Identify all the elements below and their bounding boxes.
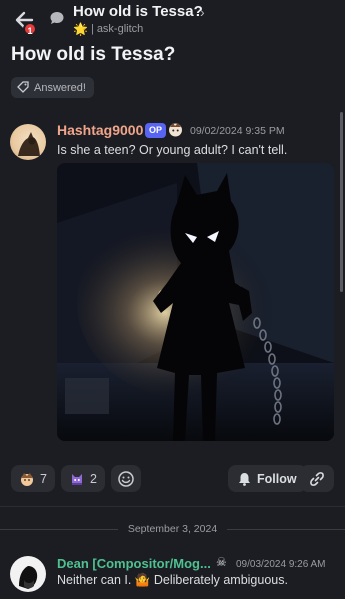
follow-label: Follow <box>257 471 297 486</box>
date-label: September 3, 2024 <box>127 523 218 535</box>
smiley-add-icon <box>118 470 134 487</box>
answered-tag-icon <box>17 81 29 93</box>
date-line <box>227 528 345 530</box>
reaction-pill[interactable]: 7 <box>11 465 55 492</box>
avatar-image <box>18 132 40 156</box>
message-text: Neither can I. 🤷 Deliberately ambiguous. <box>57 573 288 587</box>
channel-star-icon: 🌟 <box>73 22 88 36</box>
role-icon <box>169 123 182 137</box>
thread-title[interactable]: How old is Tessa? <box>73 3 203 20</box>
avatar[interactable] <box>10 124 46 160</box>
avatar[interactable] <box>10 556 46 592</box>
op-badge: OP <box>145 123 167 138</box>
avatar-image <box>19 566 38 589</box>
answered-badge[interactable]: Answered! <box>11 77 94 98</box>
date-line <box>0 528 118 530</box>
scrollbar[interactable] <box>340 112 343 292</box>
reactions-row: 7 2 <box>11 465 141 493</box>
link-icon <box>310 471 324 486</box>
skull-role-icon: ☠ <box>216 555 227 569</box>
add-reaction-button[interactable] <box>110 465 141 492</box>
follow-button[interactable]: Follow <box>228 465 307 492</box>
bell-icon <box>239 472 250 486</box>
channel-breadcrumb[interactable]: 🌟 | ask-glitch <box>73 22 143 36</box>
divider <box>0 506 345 507</box>
attached-image[interactable] <box>57 163 334 441</box>
answered-label: Answered! <box>34 81 86 94</box>
top-bar: 1 How old is Tessa? › 🌟 | ask-glitch <box>0 0 345 40</box>
notification-badge: 1 <box>23 22 37 36</box>
channel-separator: | <box>90 23 94 35</box>
message-text: Is she a teen? Or young adult? I can't t… <box>57 143 288 157</box>
author-name[interactable]: Dean [Compositor/Mog... <box>57 556 211 571</box>
emoji-face-icon <box>21 472 33 486</box>
date-separator: September 3, 2024 <box>0 521 345 537</box>
reaction-count: 7 <box>40 471 47 486</box>
silhouette-character-image <box>57 163 334 441</box>
author-name[interactable]: Hashtag9000 <box>57 122 143 138</box>
channel-name: ask-glitch <box>96 23 144 35</box>
message-timestamp: 09/02/2024 9:35 PM <box>190 125 285 137</box>
thread-icon <box>50 12 64 24</box>
message-timestamp: 09/03/2024 9:26 AM <box>236 559 326 570</box>
reaction-count: 2 <box>89 471 97 486</box>
reaction-pill[interactable]: 2 <box>60 465 105 492</box>
post-title: How old is Tessa? <box>11 44 176 65</box>
chevron-right-icon[interactable]: › <box>200 4 205 20</box>
copy-link-button[interactable] <box>300 465 334 492</box>
emoji-character-icon <box>71 473 82 485</box>
